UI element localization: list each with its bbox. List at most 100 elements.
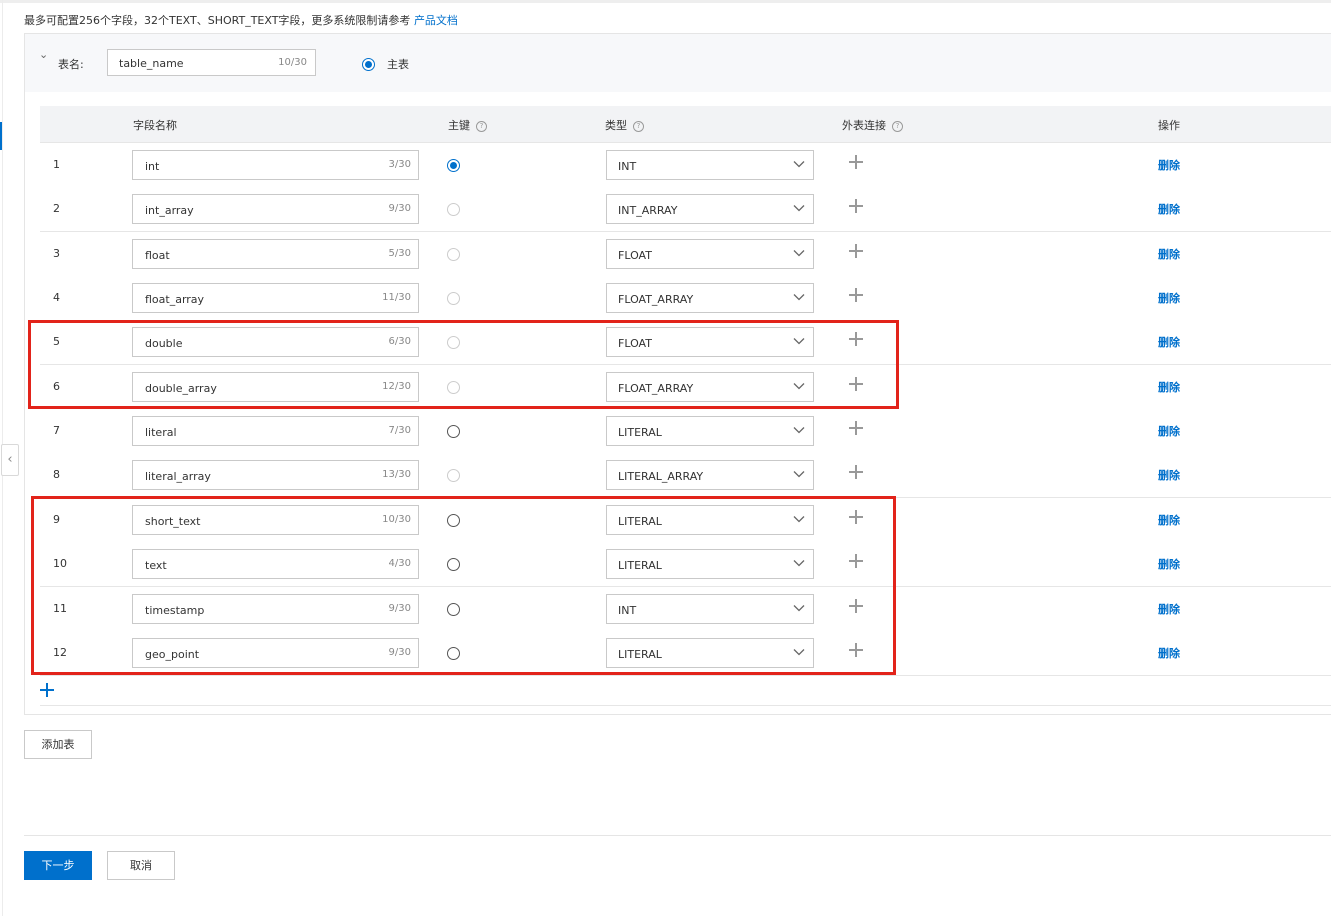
type-select[interactable]: FLOAT_ARRAY: [606, 283, 814, 313]
primary-key-radio: [447, 248, 460, 261]
add-foreign-join-plus-icon[interactable]: [849, 465, 863, 479]
question-circle-icon[interactable]: ?: [892, 120, 903, 132]
delete-link[interactable]: 删除: [1158, 512, 1180, 528]
add-field-plus-icon[interactable]: [40, 683, 54, 697]
cancel-button[interactable]: 取消: [107, 851, 175, 880]
add-foreign-join-plus-icon[interactable]: [849, 421, 863, 435]
field-name-char-count: 3/30: [388, 159, 411, 170]
chevron-down-icon: [793, 468, 805, 483]
top-border: [0, 0, 1331, 3]
delete-link[interactable]: 删除: [1158, 556, 1180, 572]
product-docs-link[interactable]: 产品文档: [414, 14, 458, 27]
field-name-char-count: 9/30: [388, 203, 411, 214]
delete-link[interactable]: 删除: [1158, 645, 1180, 661]
field-name-input[interactable]: literal 7/30: [132, 416, 419, 446]
primary-key-radio: [447, 292, 460, 305]
sidebar-active-indicator: [0, 122, 2, 150]
sidebar-toggle-chevron-left-icon[interactable]: ‹: [1, 444, 19, 476]
row-number: 8: [53, 468, 60, 481]
chevron-down-icon: [793, 158, 805, 173]
main-table-radio[interactable]: [362, 58, 375, 71]
chevron-down-icon: [793, 291, 805, 306]
question-circle-icon[interactable]: ?: [476, 120, 487, 132]
collapse-chevron-down-icon[interactable]: ⌄: [39, 48, 48, 61]
delete-link[interactable]: 删除: [1158, 601, 1180, 617]
delete-link[interactable]: 删除: [1158, 290, 1180, 306]
field-name-input[interactable]: literal_array 13/30: [132, 460, 419, 490]
foreign-join-header-text: 外表连接: [842, 119, 886, 132]
delete-link[interactable]: 删除: [1158, 334, 1180, 350]
delete-link[interactable]: 删除: [1158, 246, 1180, 262]
add-foreign-join-plus-icon[interactable]: [849, 244, 863, 258]
primary-key-header-text: 主键: [448, 119, 470, 132]
highlight-box-rows-9-12: [31, 496, 896, 675]
field-name-char-count: 13/30: [382, 469, 411, 480]
table-row: 1 int 3/30 INT 删除: [40, 143, 1331, 188]
type-header-text: 类型: [605, 119, 627, 132]
column-header-action: 操作: [1158, 119, 1180, 132]
row-number: 3: [53, 247, 60, 260]
type-value: INT: [618, 160, 637, 173]
primary-key-radio[interactable]: [447, 425, 460, 438]
question-circle-icon[interactable]: ?: [633, 120, 644, 132]
type-value: LITERAL_ARRAY: [618, 470, 704, 483]
field-name-char-count: 5/30: [388, 248, 411, 259]
notice-text: 最多可配置256个字段，32个TEXT、SHORT_TEXT字段，更多系统限制请…: [24, 14, 411, 27]
field-table-header: 字段名称 主键? 类型? 外表连接? 操作: [40, 106, 1331, 143]
field-name-input[interactable]: float 5/30: [132, 239, 419, 269]
table-row: 3 float 5/30 FLOAT 删除: [40, 232, 1331, 277]
delete-link[interactable]: 删除: [1158, 201, 1180, 217]
next-step-button[interactable]: 下一步: [24, 851, 92, 880]
main-table-label: 主表: [387, 58, 409, 71]
table-name-value: table_name: [119, 57, 184, 70]
type-select[interactable]: LITERAL_ARRAY: [606, 460, 814, 490]
delete-link[interactable]: 删除: [1158, 157, 1180, 173]
delete-link[interactable]: 删除: [1158, 423, 1180, 439]
field-name-value: literal: [145, 426, 177, 439]
table-row: 4 float_array 11/30 FLOAT_ARRAY 删除: [40, 276, 1331, 321]
column-header-field-name: 字段名称: [133, 119, 177, 132]
chevron-down-icon: [793, 202, 805, 217]
type-value: INT_ARRAY: [618, 204, 678, 217]
field-name-value: float: [145, 249, 170, 262]
primary-key-radio: [447, 469, 460, 482]
primary-key-radio[interactable]: [447, 159, 460, 172]
field-name-value: literal_array: [145, 470, 211, 483]
table-name-label: 表名:: [58, 58, 84, 71]
row-number: 1: [53, 158, 60, 171]
field-name-input[interactable]: int 3/30: [132, 150, 419, 180]
column-header-type: 类型?: [605, 117, 644, 133]
field-name-input[interactable]: float_array 11/30: [132, 283, 419, 313]
type-select[interactable]: FLOAT: [606, 239, 814, 269]
type-select[interactable]: INT_ARRAY: [606, 194, 814, 224]
table-bottom-divider: [40, 705, 1331, 706]
field-name-value: int: [145, 160, 160, 173]
type-select[interactable]: LITERAL: [606, 416, 814, 446]
row-number: 2: [53, 202, 60, 215]
type-value: FLOAT: [618, 249, 652, 262]
chevron-down-icon: [793, 247, 805, 262]
add-foreign-join-plus-icon[interactable]: [849, 199, 863, 213]
table-row: 7 literal 7/30 LITERAL 删除: [40, 409, 1331, 454]
field-name-value: int_array: [145, 204, 194, 217]
column-header-primary-key: 主键?: [448, 117, 487, 133]
type-select[interactable]: INT: [606, 150, 814, 180]
footer-divider: [24, 835, 1331, 836]
table-header-bar: ⌄ 表名: table_name 10/30 主表: [25, 34, 1331, 92]
add-foreign-join-plus-icon[interactable]: [849, 155, 863, 169]
field-name-char-count: 11/30: [382, 292, 411, 303]
type-value: LITERAL: [618, 426, 662, 439]
delete-link[interactable]: 删除: [1158, 467, 1180, 483]
add-table-button[interactable]: 添加表: [24, 730, 92, 759]
row-number: 7: [53, 424, 60, 437]
add-foreign-join-plus-icon[interactable]: [849, 288, 863, 302]
field-name-value: float_array: [145, 293, 205, 306]
chevron-down-icon: [793, 424, 805, 439]
table-row: 2 int_array 9/30 INT_ARRAY 删除: [40, 187, 1331, 232]
field-name-input[interactable]: int_array 9/30: [132, 194, 419, 224]
column-header-foreign-join: 外表连接?: [842, 117, 903, 133]
type-value: FLOAT_ARRAY: [618, 293, 694, 306]
field-limit-notice: 最多可配置256个字段，32个TEXT、SHORT_TEXT字段，更多系统限制请…: [24, 12, 458, 28]
table-name-input[interactable]: table_name 10/30: [107, 49, 316, 76]
delete-link[interactable]: 删除: [1158, 379, 1180, 395]
